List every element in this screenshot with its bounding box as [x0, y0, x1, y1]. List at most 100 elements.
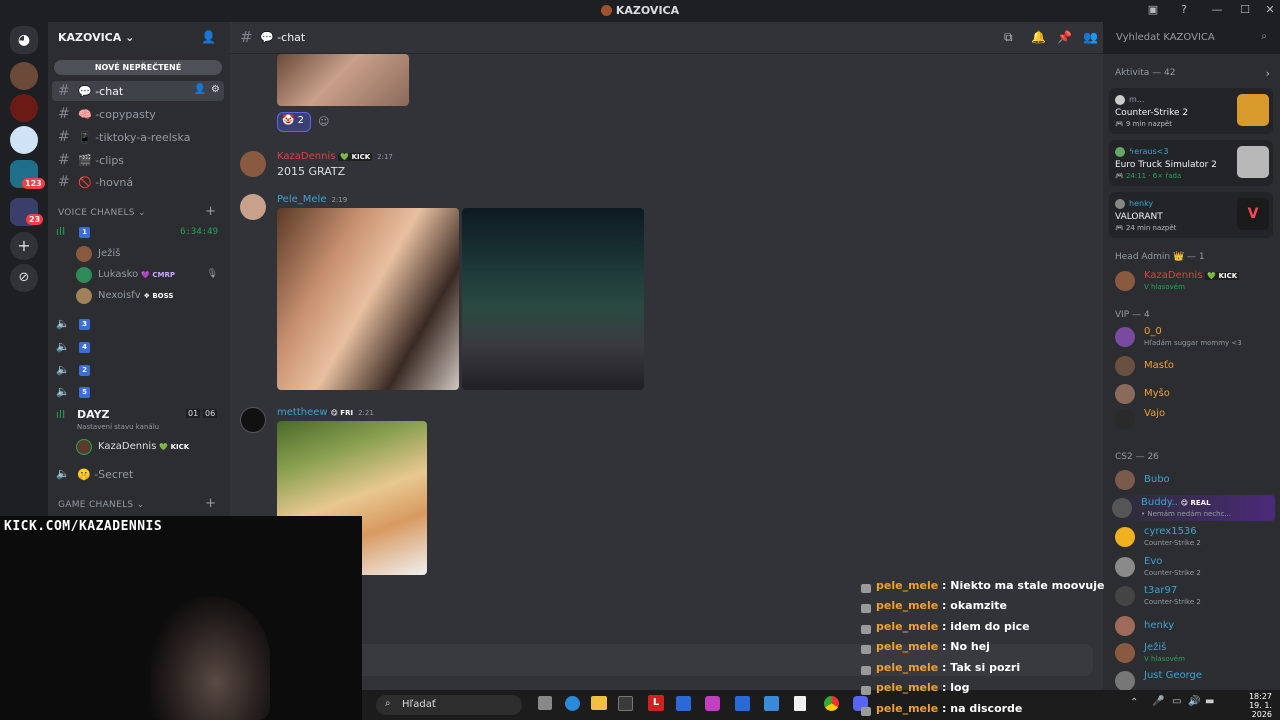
member-item[interactable]: KazaDennis 💚 KICK V hlasovém [1113, 268, 1273, 294]
app-icon[interactable] [676, 696, 691, 711]
add-channel-icon[interactable]: + [205, 496, 216, 511]
voice-room-2[interactable]: 2 [79, 365, 90, 376]
battery-icon[interactable]: ▬ [1205, 696, 1214, 707]
voice-category[interactable]: VOICE CHANELS ⌄ [58, 208, 146, 218]
channel-clips[interactable]: # 🎬 -clips [52, 150, 224, 170]
invite-icon[interactable]: 👤 [201, 30, 216, 44]
clock[interactable]: 18:27 19. 1. 2026 [1228, 692, 1272, 719]
user-limit: 06 [203, 409, 218, 418]
new-unread-banner[interactable]: NOVÉ NEPŘEČTENÉ [54, 60, 222, 75]
cs2-game-icon [1237, 94, 1269, 126]
threads-icon[interactable]: ⧉ [1004, 30, 1013, 45]
channel-chat[interactable]: # 💬 -chat ⚙ 👤 [52, 81, 224, 101]
chat-badge-icon [861, 666, 871, 675]
attachment-image[interactable] [277, 54, 409, 106]
store-icon[interactable] [618, 696, 633, 711]
member-item[interactable]: t3ar97 Counter-Strike 2 [1113, 583, 1273, 609]
voice-room-3[interactable]: 3 [79, 319, 90, 330]
inbox-icon[interactable]: ▣ [1144, 3, 1162, 19]
role-tag: 😋 REAL [1180, 499, 1211, 507]
activity-card[interactable]: ϟeraus<3 Euro Truck Simulator 2 🎮 24:11 … [1109, 140, 1273, 186]
timestamp: 2:17 [377, 153, 393, 161]
channel-status[interactable]: Nastavení stavu kanálu [77, 423, 159, 431]
mic-icon[interactable]: 🎤 [1152, 696, 1164, 707]
server-icon-3[interactable] [10, 126, 38, 154]
channel-tiktoky[interactable]: # 📱 -tiktoky-a-reelska [52, 127, 224, 147]
discord-home-icon[interactable]: ◕ [10, 26, 38, 54]
invite-icon[interactable]: 👤 [194, 84, 206, 95]
maximize-button[interactable]: ☐ [1236, 3, 1254, 19]
pin-icon[interactable]: 📌 [1057, 30, 1072, 44]
notepad-icon[interactable] [794, 696, 806, 711]
discover-icon[interactable]: ⊘ [10, 264, 38, 292]
task-view-icon[interactable] [538, 696, 552, 710]
member-item[interactable]: Evo Counter-Strike 2 [1113, 554, 1273, 580]
member-item[interactable]: 0_0 Hľadám suggar mommy <3 [1113, 324, 1273, 350]
minimize-button[interactable]: — [1208, 3, 1226, 19]
voice-room-1[interactable]: 1 [79, 227, 90, 238]
member-item[interactable]: Myšo [1113, 381, 1273, 407]
add-server-icon[interactable]: + [10, 232, 38, 260]
timestamp: 2:19 [331, 196, 348, 204]
channel-hovna[interactable]: # 🚫 -hovná [52, 172, 224, 192]
voice-room-4[interactable]: 4 [79, 342, 90, 353]
mail-icon[interactable] [764, 696, 779, 711]
voice-room-secret[interactable]: 🤫 -Secret [77, 468, 133, 481]
tray-chevron-icon[interactable]: ⌃ [1130, 697, 1138, 708]
member-item[interactable]: Ježiš V hlasovém [1113, 640, 1273, 666]
close-button[interactable]: ✕ [1261, 3, 1279, 19]
avatar [1115, 643, 1135, 663]
channel-header: # 💬 -chat ⧉ 🔔 📌 👥 [230, 22, 1103, 54]
webcam-overlay [0, 516, 362, 720]
bell-icon[interactable]: 🔔 [1031, 30, 1046, 44]
server-icon-1[interactable] [10, 62, 38, 90]
avatar[interactable] [240, 194, 266, 220]
avatar [1115, 147, 1125, 157]
member-item[interactable]: Vajo [1113, 406, 1273, 432]
author-name[interactable]: mettheew [277, 407, 328, 418]
voice-room-5[interactable]: 5 [79, 387, 90, 398]
streamer-silhouette [150, 596, 270, 720]
activity-card[interactable]: m... Counter-Strike 2 🎮 9 min nazpět [1109, 88, 1273, 134]
chevron-right-icon[interactable]: › [1266, 67, 1270, 80]
add-channel-icon[interactable]: + [205, 204, 216, 219]
app-icon[interactable] [735, 696, 750, 711]
activity-card[interactable]: henky VALORANT 🎮 24 min nazpět V [1109, 192, 1273, 238]
game-category[interactable]: GAME CHANELS ⌄ [58, 500, 144, 510]
search-input[interactable]: Vyhledat KAZOVICA ⌕ [1110, 27, 1272, 49]
edge-icon[interactable] [565, 696, 580, 711]
help-icon[interactable]: ? [1175, 3, 1193, 19]
reaction-button[interactable]: 🤡 2 [277, 112, 311, 132]
file-explorer-icon[interactable] [591, 696, 607, 710]
voice-room-dayz[interactable]: DAYZ [77, 408, 110, 421]
author-name[interactable]: KazaDennis [277, 151, 335, 162]
avatar [1115, 327, 1135, 347]
speaker-icon: 🔈 [56, 340, 70, 353]
app-icon[interactable] [705, 696, 720, 711]
chrome-icon[interactable] [824, 696, 839, 711]
attachment-image[interactable] [462, 208, 644, 390]
member-list-icon[interactable]: 👥 [1083, 30, 1098, 44]
avatar [1115, 527, 1135, 547]
channel-sidebar: KAZOVICA ⌄ 👤 NOVÉ NEPŘEČTENÉ # 💬 -chat ⚙… [48, 22, 230, 520]
avatar[interactable] [240, 151, 266, 177]
volume-icon[interactable]: 🔊 [1188, 696, 1200, 707]
avatar [76, 439, 92, 455]
add-reaction-icon[interactable]: ☺ [318, 115, 329, 128]
attachment-image[interactable] [277, 208, 459, 390]
server-header[interactable]: KAZOVICA ⌄ 👤 [48, 22, 230, 54]
member-item[interactable]: cyrex1536 Counter-Strike 2 [1113, 524, 1273, 550]
channel-copypasty[interactable]: # 🧠 -copypasty [52, 104, 224, 124]
member-item[interactable]: henky [1113, 613, 1273, 639]
network-icon[interactable]: ▭ [1172, 696, 1181, 707]
app-l-icon[interactable]: L [648, 695, 664, 711]
member-item[interactable]: Masťo [1113, 353, 1273, 379]
member-item[interactable]: Buddy.. 😋 REAL • Nemám nedám nechc... [1110, 495, 1275, 521]
taskbar-search[interactable]: ⌕ Hľadať [376, 695, 522, 715]
settings-gear-icon[interactable]: ⚙ [211, 84, 220, 95]
avatar[interactable] [240, 407, 266, 433]
author-name[interactable]: Pele_Mele [277, 194, 326, 205]
member-item[interactable]: Bubo [1113, 467, 1273, 493]
kick-chat-line: pele_mele : idem do pice [858, 620, 1030, 640]
server-icon-2[interactable] [10, 94, 38, 122]
